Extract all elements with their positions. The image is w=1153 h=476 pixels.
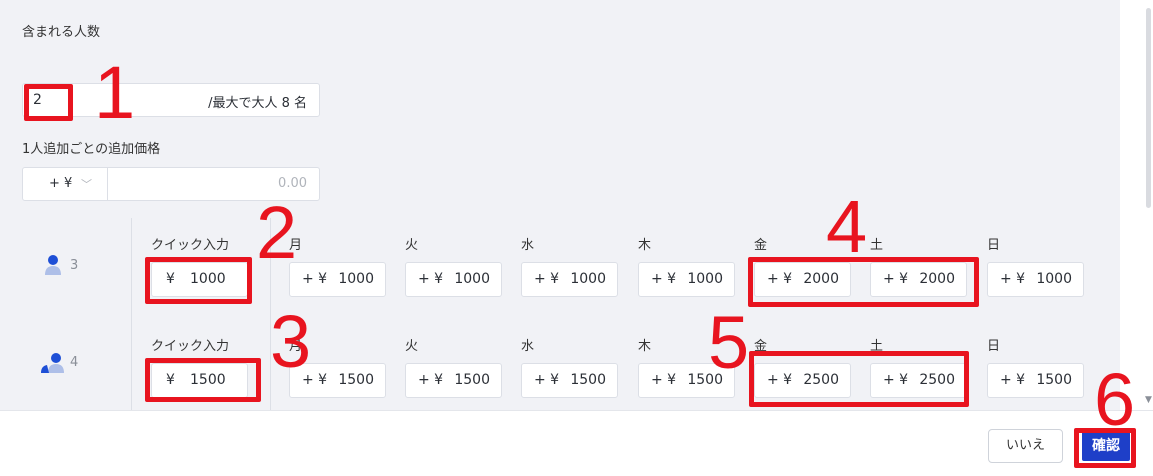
row-people-count: 3 <box>70 258 79 273</box>
cell-value: 1500 <box>1036 372 1072 388</box>
annotation-number-2: 2 <box>256 191 298 274</box>
footer-divider <box>0 410 1153 411</box>
annotation-box-3 <box>145 358 261 402</box>
day-label-wed: 水 <box>521 238 535 253</box>
people-included-label: 含まれる人数 <box>22 25 101 40</box>
day-label-sun: 日 <box>987 238 1001 253</box>
cell-value: 1000 <box>1036 271 1072 287</box>
max-adults-suffix: /最大で大人 8 名 <box>208 96 307 111</box>
cell-sign: + ¥ <box>534 271 560 287</box>
price-cell-tue[interactable]: + ¥ 1500 <box>405 363 502 398</box>
extra-price-value: 0.00 <box>278 176 307 191</box>
cell-sign: + ¥ <box>651 372 677 388</box>
day-label-tue: 火 <box>405 339 419 354</box>
annotation-number-3: 3 <box>270 300 312 383</box>
annotation-box-1 <box>24 84 73 121</box>
price-cell-mon[interactable]: + ¥ 1000 <box>289 262 386 297</box>
annotation-box-2 <box>145 257 252 304</box>
day-label-fri: 金 <box>754 238 768 253</box>
annotation-box-5 <box>749 351 969 407</box>
person-icon <box>45 255 61 275</box>
cancel-button[interactable]: いいえ <box>988 429 1063 463</box>
day-label-tue: 火 <box>405 238 419 253</box>
cell-value: 1500 <box>338 372 374 388</box>
price-cell-sun[interactable]: + ¥ 1500 <box>987 363 1084 398</box>
day-label-sun: 日 <box>987 339 1001 354</box>
currency-select[interactable]: + ¥ ﹀ <box>23 168 108 200</box>
cell-value: 1500 <box>454 372 490 388</box>
annotation-number-5: 5 <box>708 301 750 384</box>
quick-input-label: クイック入力 <box>151 238 230 253</box>
chevron-down-icon: ﹀ <box>81 178 92 191</box>
people-icon <box>41 353 64 373</box>
cell-sign: + ¥ <box>302 271 328 287</box>
day-label-sat: 土 <box>870 238 884 253</box>
cell-value: 1000 <box>338 271 374 287</box>
row-header-divider <box>131 218 132 410</box>
annotation-number-1: 1 <box>94 51 136 134</box>
day-label-wed: 水 <box>521 339 535 354</box>
price-cell-wed[interactable]: + ¥ 1000 <box>521 262 618 297</box>
price-cell-wed[interactable]: + ¥ 1500 <box>521 363 618 398</box>
scrollbar-thumb[interactable] <box>1146 8 1151 208</box>
annotation-number-6: 6 <box>1094 358 1136 441</box>
row-people-count: 4 <box>70 355 79 370</box>
cell-sign: + ¥ <box>418 372 444 388</box>
scroll-down-icon[interactable]: ▼ <box>1145 395 1152 405</box>
annotation-number-4: 4 <box>826 185 868 268</box>
day-label-thu: 木 <box>638 238 652 253</box>
cell-value: 1000 <box>454 271 490 287</box>
cell-sign: + ¥ <box>418 271 444 287</box>
cell-sign: + ¥ <box>1000 271 1026 287</box>
price-cell-thu[interactable]: + ¥ 1000 <box>638 262 735 297</box>
cell-sign: + ¥ <box>1000 372 1026 388</box>
cell-sign: + ¥ <box>651 271 677 287</box>
day-label-thu: 木 <box>638 339 652 354</box>
price-cell-sun[interactable]: + ¥ 1000 <box>987 262 1084 297</box>
cell-sign: + ¥ <box>534 372 560 388</box>
cell-value: 1500 <box>570 372 606 388</box>
extra-price-label: 1人追加ごとの追加価格 <box>22 142 161 157</box>
cell-value: 1000 <box>570 271 606 287</box>
currency-select-value: + ¥ <box>49 176 73 191</box>
quick-input-label: クイック入力 <box>151 339 230 354</box>
cell-value: 1000 <box>687 271 723 287</box>
price-cell-tue[interactable]: + ¥ 1000 <box>405 262 502 297</box>
